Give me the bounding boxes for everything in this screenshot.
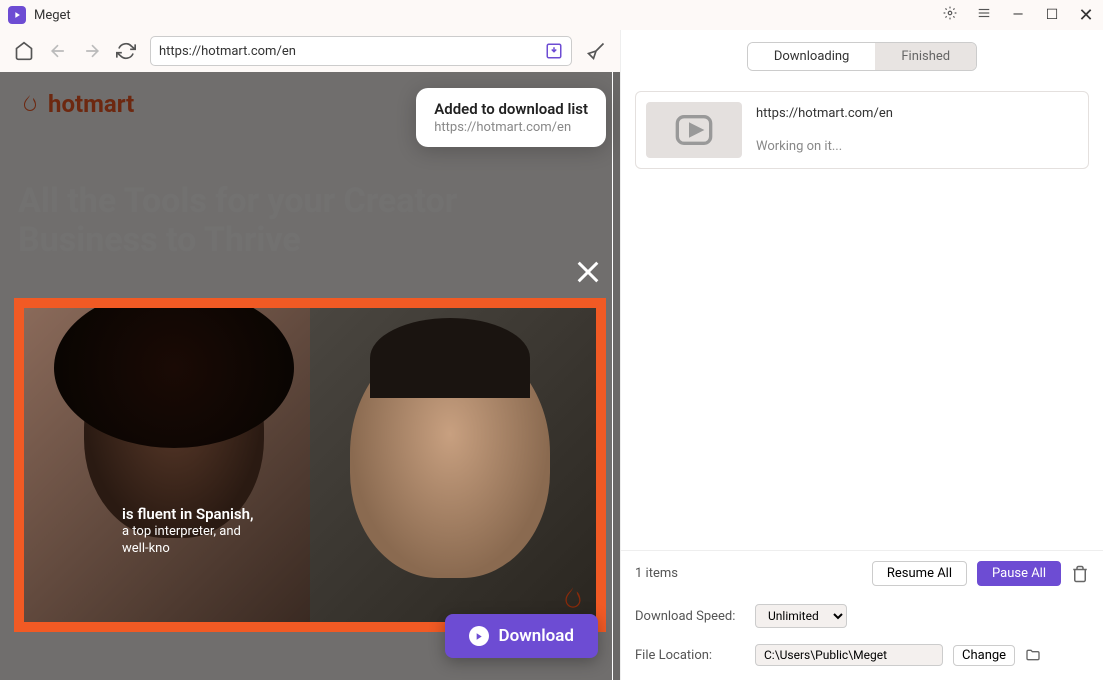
app-logo [8, 6, 26, 24]
back-icon[interactable] [48, 41, 68, 61]
tab-downloading[interactable]: Downloading [748, 43, 876, 70]
brush-icon[interactable] [586, 41, 606, 61]
pause-all-button[interactable]: Pause All [977, 561, 1061, 586]
browser-toolbar [0, 30, 620, 72]
close-video-icon[interactable] [574, 258, 602, 290]
speed-select[interactable]: Unlimited [755, 604, 847, 628]
speed-setting: Download Speed: Unlimited [621, 596, 1103, 636]
location-input[interactable] [755, 644, 943, 666]
video-name: JANE [24, 436, 28, 614]
flame-icon [558, 584, 588, 614]
download-tabs: Downloading Finished [621, 30, 1103, 83]
item-count: 1 items [635, 566, 862, 581]
list-item[interactable]: https://hotmart.com/en Working on it... [635, 91, 1089, 169]
maximize-button[interactable]: ☐ [1043, 7, 1061, 23]
menu-icon[interactable] [975, 6, 993, 24]
download-list: https://hotmart.com/en Working on it... [621, 83, 1103, 550]
item-url: https://hotmart.com/en [756, 106, 1078, 121]
titlebar: Meget — ☐ ✕ [0, 0, 1103, 30]
video-preview[interactable]: JANE is fluent in Spanish, a top interpr… [14, 298, 606, 632]
reload-icon[interactable] [116, 41, 136, 61]
tab-finished[interactable]: Finished [875, 43, 976, 70]
video-caption: is fluent in Spanish, a top interpreter,… [122, 505, 254, 558]
app-title: Meget [34, 8, 71, 23]
notification-subtitle: https://hotmart.com/en [434, 120, 588, 135]
url-bar[interactable] [150, 36, 572, 66]
play-icon [469, 626, 489, 646]
settings-icon[interactable] [941, 6, 959, 24]
download-to-icon[interactable] [545, 42, 563, 60]
download-button[interactable]: Download [445, 614, 598, 658]
folder-icon[interactable] [1025, 647, 1041, 663]
home-icon[interactable] [14, 41, 34, 61]
location-setting: File Location: Change [621, 636, 1103, 680]
video-thumbnail [646, 102, 742, 158]
download-notification: Added to download list https://hotmart.c… [416, 88, 606, 147]
speed-label: Download Speed: [635, 609, 745, 624]
location-label: File Location: [635, 648, 745, 663]
change-button[interactable]: Change [953, 645, 1015, 666]
close-button[interactable]: ✕ [1077, 5, 1095, 26]
forward-icon[interactable] [82, 41, 102, 61]
webview: hotmart All the Tools for your Creator B… [0, 72, 620, 680]
scrollbar[interactable] [612, 72, 620, 680]
url-input[interactable] [159, 44, 545, 59]
minimize-button[interactable]: — [1009, 7, 1027, 23]
play-circle-icon [674, 110, 714, 150]
notification-title: Added to download list [434, 100, 588, 118]
item-status: Working on it... [756, 139, 1078, 154]
list-footer: 1 items Resume All Pause All [621, 550, 1103, 596]
resume-all-button[interactable]: Resume All [872, 561, 967, 586]
trash-icon[interactable] [1071, 565, 1089, 583]
